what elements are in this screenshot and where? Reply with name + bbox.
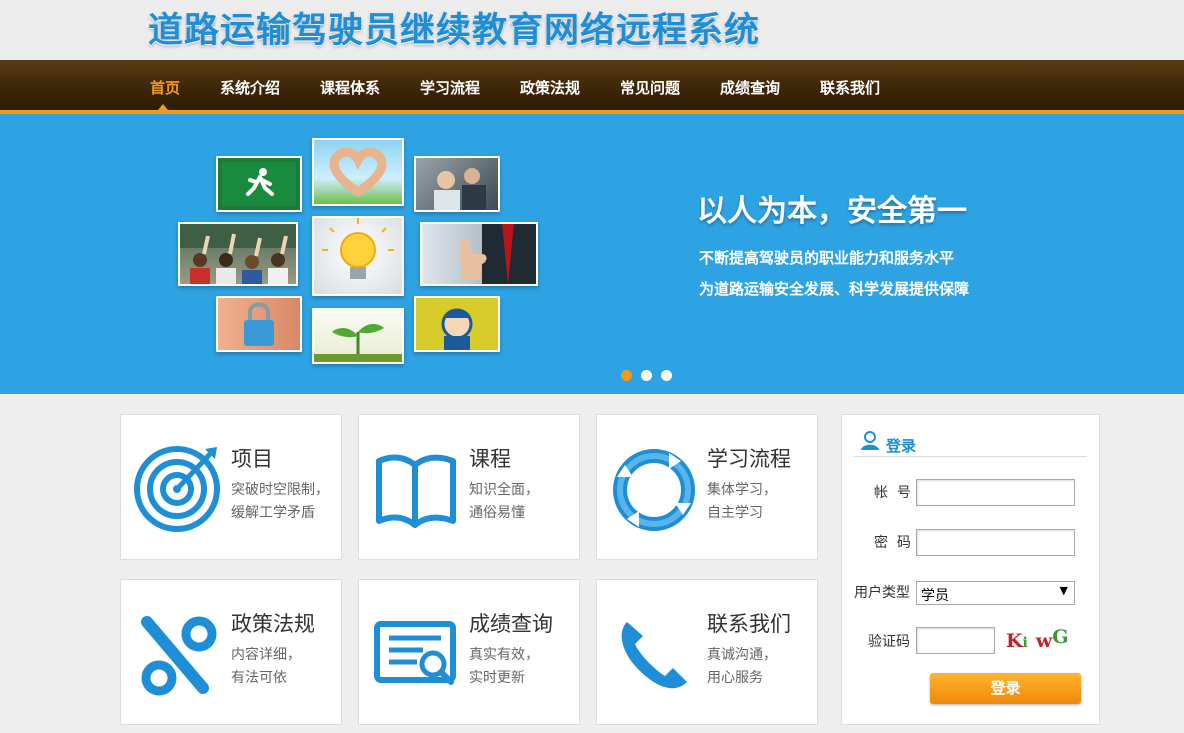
feature-desc: 集体学习， — [707, 482, 777, 498]
feature-desc: 突破时空限制， — [231, 482, 329, 498]
book-icon — [376, 454, 456, 528]
user-type-select[interactable]: 学员 ▼ — [916, 581, 1075, 605]
nav-item-policy[interactable]: 政策法规 — [520, 77, 580, 98]
cycle-icon — [613, 449, 695, 531]
captcha-input[interactable] — [916, 627, 995, 654]
padlock-image — [216, 296, 302, 352]
user-icon — [861, 431, 879, 450]
feature-title: 课程 — [469, 447, 511, 471]
feature-desc: 通俗易懂 — [469, 505, 525, 521]
captcha-label: 验证码 — [868, 634, 910, 650]
nav-item-contact[interactable]: 联系我们 — [820, 77, 880, 98]
nav-item-intro[interactable]: 系统介绍 — [220, 77, 280, 98]
chevron-down-icon: ▼ — [1059, 584, 1068, 597]
nav-item-process[interactable]: 学习流程 — [420, 77, 480, 98]
password-input[interactable] — [916, 529, 1075, 556]
feature-title: 学习流程 — [707, 447, 791, 471]
nav-item-faq[interactable]: 常见问题 — [620, 77, 680, 98]
slide-dot-3[interactable] — [661, 370, 672, 381]
drivers-image — [414, 156, 500, 212]
user-type-value: 学员 — [921, 588, 949, 604]
login-title: 登录 — [886, 437, 917, 455]
site-header: 道路运输驾驶员继续教育网络远程系统 道路运输驾驶员继续教育网络远程系统 — [0, 0, 1184, 60]
feature-desc: 真诚沟通， — [707, 647, 777, 663]
feature-card-project[interactable]: 项目 突破时空限制， 缓解工学矛盾 — [120, 414, 342, 560]
target-icon — [134, 446, 220, 532]
site-title-reflection: 道路运输驾驶员继续教育网络远程系统 — [148, 20, 760, 40]
login-divider — [854, 456, 1087, 457]
heart-hands-image — [312, 138, 404, 206]
feature-desc: 知识全面， — [469, 482, 539, 498]
nav-item-courses[interactable]: 课程体系 — [320, 77, 380, 98]
nav-active-caret — [158, 104, 168, 110]
account-label: 帐 号 — [874, 485, 911, 501]
phone-icon — [621, 622, 687, 689]
slide-dot-2[interactable] — [641, 370, 652, 381]
banner-subtitle-1: 不断提高驾驶员的职业能力和服务水平 — [699, 249, 955, 267]
banner-slogan: 以人为本，安全第一 — [697, 194, 967, 229]
sprout-image — [312, 308, 404, 364]
feature-card-courses[interactable]: 课程 知识全面， 通俗易懂 — [358, 414, 580, 560]
nav-item-home[interactable]: 首页 — [150, 77, 180, 98]
feature-title: 联系我们 — [707, 612, 791, 636]
feature-title: 成绩查询 — [469, 612, 553, 636]
feature-desc: 用心服务 — [707, 670, 763, 686]
thumbs-up-image — [420, 222, 538, 286]
feature-title: 项目 — [231, 447, 273, 471]
login-button[interactable]: 登录 — [930, 673, 1081, 704]
captcha-image[interactable]: Ki wG — [1006, 626, 1068, 652]
percent-icon — [141, 616, 217, 696]
feature-card-contact[interactable]: 联系我们 真诚沟通， 用心服务 — [596, 579, 818, 725]
feature-card-scores[interactable]: 成绩查询 真实有效， 实时更新 — [358, 579, 580, 725]
banner-subtitle-2: 为道路运输安全发展、科学发展提供保障 — [699, 280, 970, 298]
lightbulb-image — [312, 216, 404, 296]
feature-desc: 有法可依 — [231, 670, 287, 686]
feature-card-policy[interactable]: 政策法规 内容详细， 有法可依 — [120, 579, 342, 725]
feature-desc: 缓解工学矛盾 — [231, 505, 315, 521]
feature-desc: 内容详细， — [231, 647, 301, 663]
feature-desc: 真实有效， — [469, 647, 539, 663]
user-type-label: 用户类型 — [854, 585, 910, 601]
slide-dot-1[interactable] — [621, 370, 632, 381]
exit-sign-image — [216, 156, 302, 212]
feature-card-process[interactable]: 学习流程 集体学习， 自主学习 — [596, 414, 818, 560]
password-label: 密 码 — [874, 535, 911, 551]
nav-item-scores[interactable]: 成绩查询 — [720, 77, 780, 98]
search-document-icon — [374, 621, 456, 685]
account-input[interactable] — [916, 479, 1075, 506]
feature-desc: 实时更新 — [469, 670, 525, 686]
login-panel: 登录 帐 号 密 码 用户类型 学员 ▼ 验证码 Ki wG 登录 — [841, 414, 1100, 725]
feature-desc: 自主学习 — [707, 505, 763, 521]
classroom-image — [178, 222, 298, 286]
feature-title: 政策法规 — [231, 612, 315, 636]
driver-cartoon-image — [414, 296, 500, 352]
